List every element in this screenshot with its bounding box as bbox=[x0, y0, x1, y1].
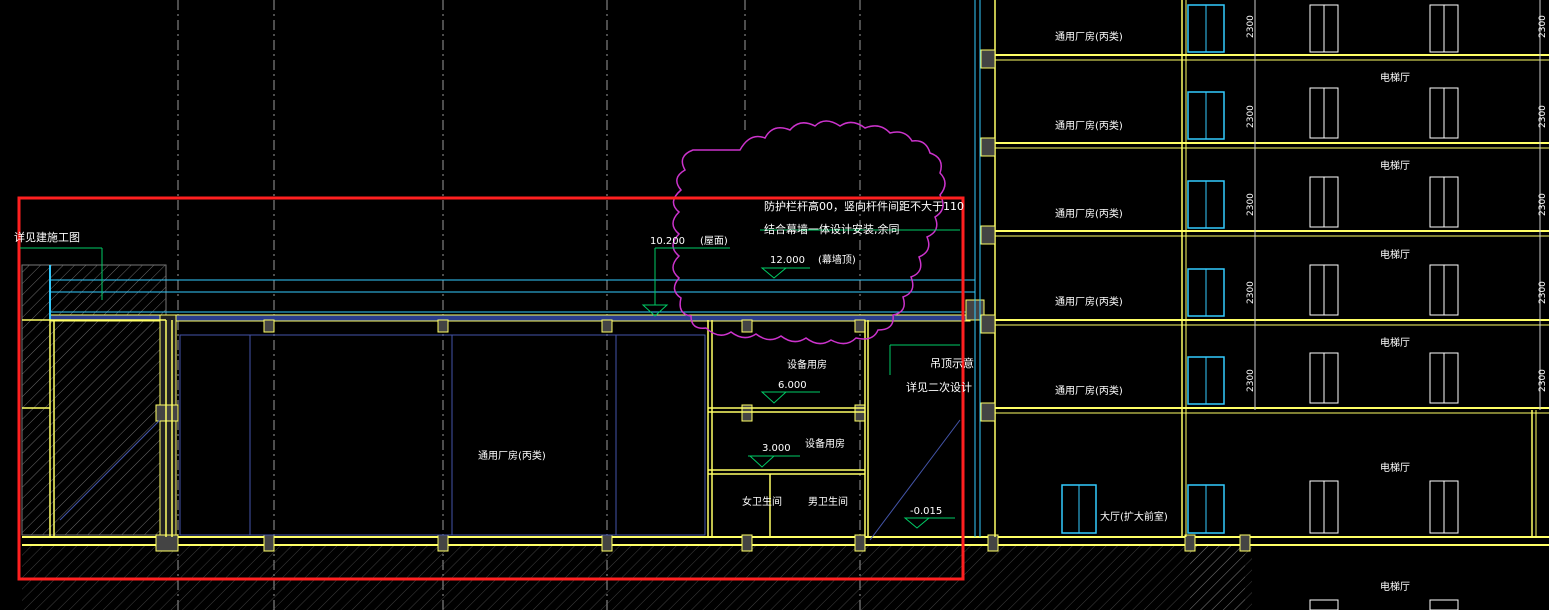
ceiling-note-1: 吊顶示意 bbox=[930, 356, 974, 370]
tower-floor-label-4: 通用厂房(丙类) bbox=[1055, 295, 1123, 308]
guardrail-note-2: 结合幕墙一体设计安装,余同 bbox=[764, 222, 900, 236]
lobby-label: 大厅(扩大前室) bbox=[1100, 510, 1168, 523]
elevator-label-6: 电梯厅 bbox=[1380, 580, 1410, 593]
detail-ref-note: 详见建施工图 bbox=[14, 230, 80, 244]
svg-text:2300: 2300 bbox=[1538, 193, 1548, 216]
main-hall-label: 通用厂房(丙类) bbox=[478, 449, 546, 462]
curtain-wall-level: 12.000 bbox=[770, 255, 805, 266]
guardrail-note-1: 防护栏杆高00，竖向杆件间距不大于110 bbox=[764, 199, 964, 213]
curtain-wall-level-note: (幕墙顶) bbox=[818, 253, 856, 266]
svg-text:2300: 2300 bbox=[1538, 105, 1548, 128]
svg-text:2300: 2300 bbox=[1246, 15, 1256, 38]
equipment-room-lower: 设备用房 bbox=[805, 437, 845, 450]
female-wc-label: 女卫生间 bbox=[742, 495, 782, 508]
roof-level: 10.200 bbox=[650, 236, 685, 247]
elevator-label-5: 电梯厅 bbox=[1380, 461, 1410, 474]
ground-level: -0.015 bbox=[910, 506, 942, 517]
ceiling-note-2: 详见二次设计 bbox=[906, 380, 972, 394]
level-3: 3.000 bbox=[762, 443, 791, 454]
tower-floor-label-1: 通用厂房(丙类) bbox=[1055, 30, 1123, 43]
svg-text:2300: 2300 bbox=[1538, 15, 1548, 38]
tower-floor-label-3: 通用厂房(丙类) bbox=[1055, 207, 1123, 220]
elevator-label-4: 电梯厅 bbox=[1380, 336, 1410, 349]
svg-text:2300: 2300 bbox=[1538, 369, 1548, 392]
roof-slab bbox=[49, 265, 975, 322]
svg-text:2300: 2300 bbox=[1246, 369, 1256, 392]
svg-text:2300: 2300 bbox=[1246, 281, 1256, 304]
svg-text:2300: 2300 bbox=[1246, 193, 1256, 216]
ground-slab bbox=[22, 536, 1549, 546]
svg-text:2300: 2300 bbox=[1538, 281, 1548, 304]
male-wc-label: 男卫生间 bbox=[808, 495, 848, 508]
elevator-label-2: 电梯厅 bbox=[1380, 159, 1410, 172]
elevator-label-1: 电梯厅 bbox=[1380, 71, 1410, 84]
elevator-label-3: 电梯厅 bbox=[1380, 248, 1410, 261]
roof-level-note: (屋面) bbox=[700, 235, 728, 247]
svg-text:2300: 2300 bbox=[1246, 105, 1256, 128]
lower-columns bbox=[155, 299, 1251, 552]
equipment-room-upper: 设备用房 bbox=[787, 358, 827, 371]
axis-lines bbox=[177, 0, 861, 610]
tower-floor-label-2: 通用厂房(丙类) bbox=[1055, 119, 1123, 132]
cad-section-drawing: 详见建施工图 防护栏杆高00，竖向杆件间距不大于110 结合幕墙一体设计安装,余… bbox=[14, 0, 1549, 610]
dimension-labels: 2300 2300 2300 2300 2300 2300 2300 2300 … bbox=[1246, 15, 1548, 392]
tower-floor-label-5: 通用厂房(丙类) bbox=[1055, 384, 1123, 397]
level-6: 6.000 bbox=[778, 380, 807, 391]
